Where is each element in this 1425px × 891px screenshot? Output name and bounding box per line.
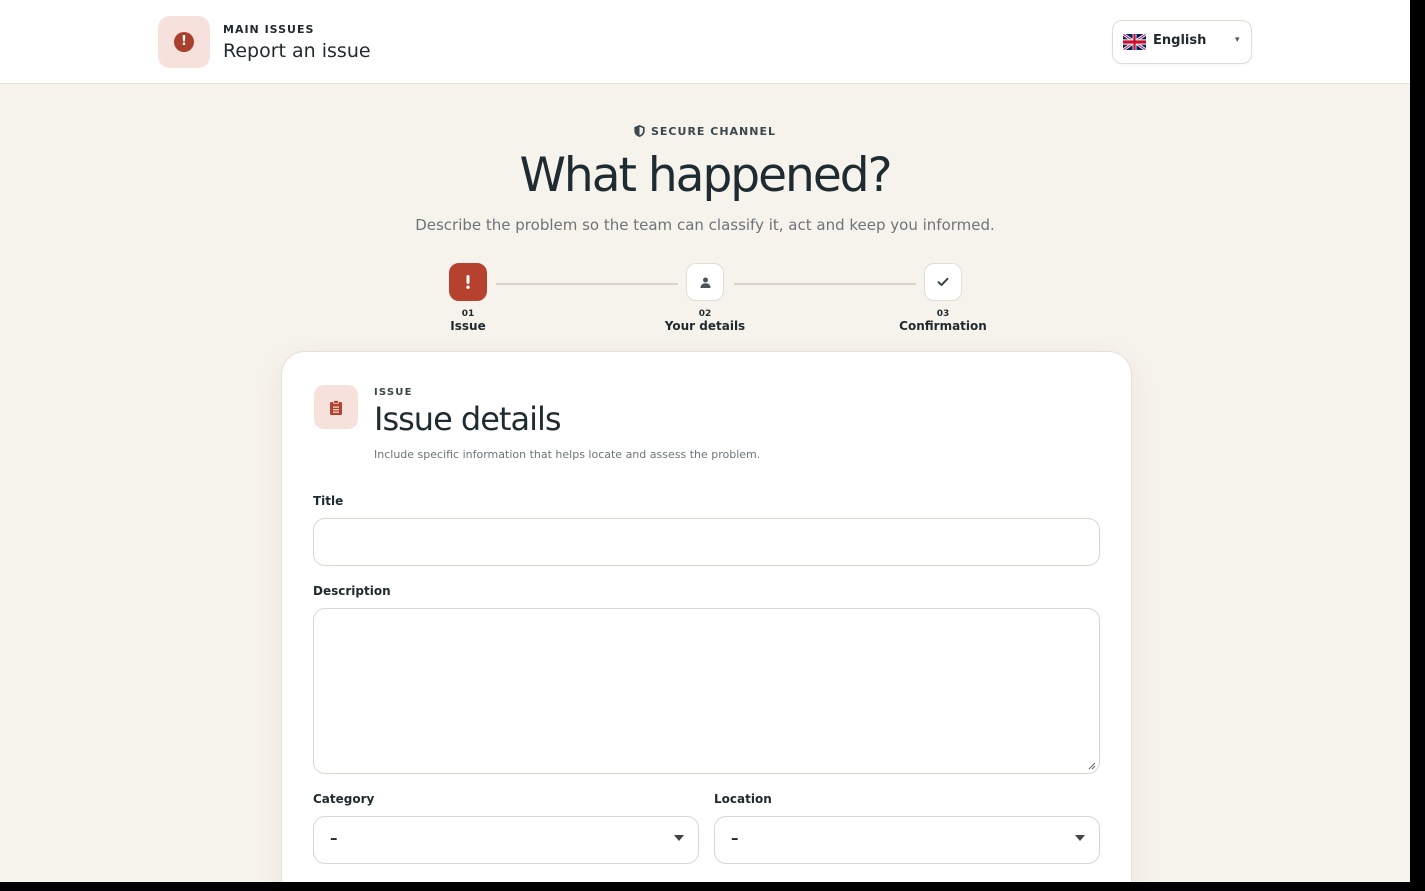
page-viewport: ! MAIN ISSUES Report an issue English ▾ …: [0, 0, 1410, 882]
language-label: English: [1153, 33, 1207, 48]
issue-details-card: ISSUE Issue details Include specific inf…: [281, 351, 1132, 882]
step-2-number: 02: [698, 309, 712, 319]
language-select[interactable]: English ▾: [1112, 20, 1252, 64]
step-3-indicator: [924, 263, 962, 301]
caret-down-icon: [1075, 835, 1085, 841]
exclamation-icon: [466, 275, 470, 289]
location-value: –: [731, 829, 739, 847]
location-select[interactable]: –: [714, 816, 1100, 864]
header-eyebrow: MAIN ISSUES: [223, 23, 315, 36]
step-2-label: Your details: [664, 319, 746, 333]
category-label: Category: [313, 792, 375, 806]
chevron-down-icon: ▾: [1235, 35, 1240, 45]
caret-down-icon: [674, 835, 684, 841]
header-title: Report an issue: [223, 40, 371, 62]
step-connector: [496, 283, 678, 285]
scrollbar[interactable]: [1410, 0, 1425, 882]
uk-flag-icon: [1123, 34, 1146, 50]
card-icon-badge: [314, 385, 358, 429]
step-connector: [734, 283, 916, 285]
step-3-label: Confirmation: [899, 319, 987, 333]
secure-channel-badge: SECURE CHANNEL: [0, 125, 1410, 138]
page-title: What happened?: [519, 148, 892, 203]
secure-channel-text: SECURE CHANNEL: [651, 125, 776, 138]
page-subtitle: Describe the problem so the team can cla…: [415, 216, 995, 234]
step-3-number: 03: [936, 309, 950, 319]
alert-circle-icon: !: [174, 32, 194, 52]
card-subtitle: Include specific information that helps …: [374, 448, 761, 461]
card-eyebrow: ISSUE: [374, 387, 413, 398]
step-1-number: 01: [461, 309, 475, 319]
step-1-label: Issue: [450, 319, 486, 333]
step-1-indicator: [449, 263, 487, 301]
location-label: Location: [714, 792, 772, 806]
title-label: Title: [313, 494, 344, 508]
check-icon: [937, 277, 949, 286]
brand-badge: !: [158, 16, 210, 68]
description-textarea[interactable]: [313, 608, 1100, 774]
user-icon: [699, 277, 711, 288]
category-value: –: [330, 829, 338, 847]
top-bar: ! MAIN ISSUES Report an issue English ▾: [0, 0, 1410, 84]
resize-handle-icon[interactable]: [1088, 762, 1096, 770]
category-select[interactable]: –: [313, 816, 699, 864]
step-2-indicator: [686, 263, 724, 301]
description-label: Description: [313, 584, 391, 598]
title-input[interactable]: [313, 518, 1100, 566]
card-title: Issue details: [374, 400, 562, 438]
clipboard-icon: [330, 399, 342, 415]
shield-icon: [634, 125, 645, 137]
